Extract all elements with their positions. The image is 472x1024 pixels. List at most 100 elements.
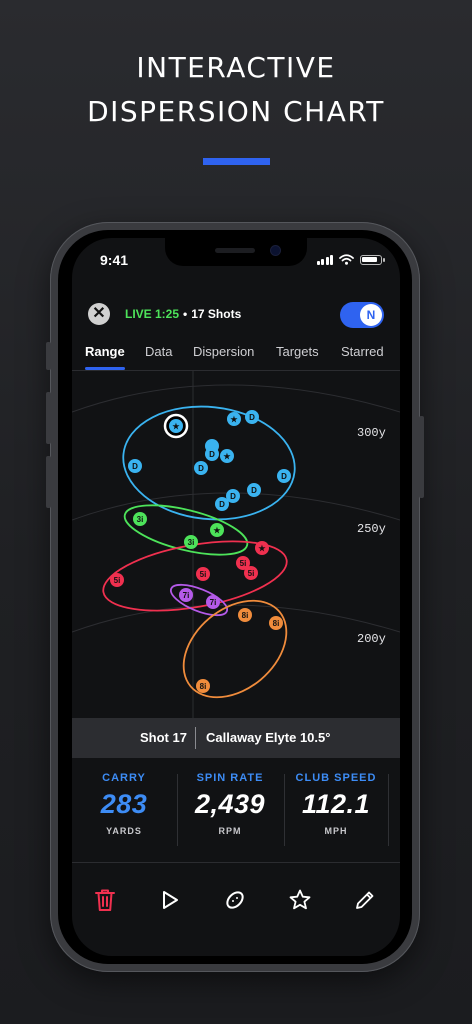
tab-dispersion[interactable]: Dispersion [193, 344, 254, 359]
phone-screen: 9:41 ✕ LIVE 1:25 • 17 Shots N Range Data D… [72, 238, 400, 956]
stat-spin-unit: RPM [218, 826, 242, 836]
shot-info-bar: Shot 17 Callaway Elyte 10.5° [72, 718, 400, 758]
shot-marker-label: 8i [200, 682, 207, 691]
phone-volume-up [46, 392, 51, 444]
shot-stats: CARRY 283 YARDS SPIN RATE 2,439 RPM CLUB… [72, 766, 400, 854]
shot-marker-label: ★ [213, 526, 221, 535]
pencil-icon [356, 891, 374, 909]
shot-marker-label: 5i [248, 569, 255, 578]
shot-marker[interactable]: ★ [210, 523, 224, 537]
headline: INTERACTIVE DISPERSION CHART [0, 46, 472, 134]
stat-speed-unit: MPH [324, 826, 348, 836]
shot-marker[interactable]: 5i [196, 567, 210, 581]
tab-range[interactable]: Range [85, 344, 125, 359]
shot-marker[interactable]: ★ [220, 449, 234, 463]
distance-arc-300 [72, 384, 400, 413]
shot-marker[interactable]: D [194, 461, 208, 475]
phone-mute-switch [46, 342, 51, 370]
shot-marker-label: D [249, 413, 255, 422]
dispersion-ellipse-driver [122, 405, 296, 521]
play-button[interactable] [156, 886, 184, 914]
tab-data[interactable]: Data [145, 344, 172, 359]
yardage-label-200: 200y [357, 632, 386, 646]
session-bar: ✕ LIVE 1:25 • 17 Shots N [88, 302, 384, 328]
shot-marker[interactable]: 7i [179, 588, 193, 602]
shot-marker-label: D [209, 450, 215, 459]
toggle-knob: N [360, 304, 382, 326]
shot-marker[interactable]: ★ [255, 541, 269, 555]
shot-marker-label: 5i [114, 576, 121, 585]
stat-spin-value: 2,439 [194, 789, 266, 819]
edit-button[interactable] [351, 886, 379, 914]
tab-starred[interactable]: Starred [341, 344, 384, 359]
shot-marker-label: 5i [240, 559, 247, 568]
shot-marker[interactable]: 8i [238, 608, 252, 622]
delete-button[interactable] [91, 886, 119, 914]
notch [165, 238, 307, 266]
stat-carry-unit: YARDS [106, 826, 142, 836]
wifi-icon [339, 254, 354, 265]
shot-marker[interactable]: D [247, 483, 261, 497]
shot-marker[interactable]: 8i [269, 616, 283, 630]
shot-info-divider [195, 727, 196, 749]
shot-marker[interactable]: 7i [206, 595, 220, 609]
shot-markers: ★★ DD ★DDDDDD3i★3i★5i5i5i5i7i7i8i8i8i [110, 410, 291, 693]
stat-speed-label: CLUB SPEED [295, 772, 377, 784]
shot-marker-label: 3i [188, 538, 195, 547]
tab-bar: Range Data Dispersion Targets Starred [72, 342, 400, 371]
stat-speed-value: 112.1 [301, 789, 371, 819]
shot-marker[interactable]: 5i [244, 566, 258, 580]
yardage-label-250: 250y [357, 522, 386, 536]
shot-marker[interactable]: 3i [184, 535, 198, 549]
shot-marker[interactable]: D [245, 410, 259, 424]
dispersion-chart[interactable]: 300y 250y 200y ★ ★ D D ★ D D D D D D 3i ★ 3i ★ 5i 5i 5i 5i… [72, 370, 400, 718]
shot-marker-label: D [219, 500, 225, 509]
stat-carry-value: 283 [100, 789, 148, 819]
shot-marker[interactable]: 3i [133, 512, 147, 526]
shot-marker[interactable]: D [205, 447, 219, 461]
stat-carry-label: CARRY [102, 772, 146, 784]
north-toggle[interactable]: N [340, 302, 384, 328]
shot-marker[interactable]: D [215, 497, 229, 511]
status-time: 9:41 [100, 252, 129, 268]
yardage-label-300: 300y [357, 426, 386, 440]
shot-marker[interactable]: 5i [110, 573, 124, 587]
shot-number: Shot 17 [140, 730, 187, 745]
headline-line-1: INTERACTIVE [136, 51, 336, 84]
shot-marker[interactable]: D [277, 469, 291, 483]
shot-marker-label: 3i [137, 515, 144, 524]
ball-button[interactable] [221, 886, 249, 914]
star-icon [289, 889, 311, 910]
camera [271, 246, 280, 255]
shot-marker-label: 7i [183, 591, 190, 600]
separator: • [183, 307, 188, 321]
shot-marker-label: D [198, 464, 204, 473]
session-status: LIVE 1:25 • 17 Shots [125, 307, 241, 321]
shot-marker[interactable]: D [128, 459, 142, 473]
shot-marker-label: D [230, 492, 236, 501]
stat-club-speed: CLUB SPEED 112.1 MPH [284, 766, 388, 836]
shot-marker-label: ★ [172, 422, 180, 431]
shot-marker-label: ★ [258, 544, 266, 553]
shot-marker-label: ★ [230, 415, 238, 424]
dispersion-chart-svg: 300y 250y 200y ★★ DD ★DDDDDD3i★3i★5i5i5i5i… [72, 370, 400, 718]
shot-marker[interactable]: 8i [196, 679, 210, 693]
star-button[interactable] [286, 886, 314, 914]
shot-marker[interactable]: ★ [227, 412, 241, 426]
close-button[interactable]: ✕ [88, 303, 110, 325]
speaker [215, 248, 255, 253]
battery-icon [360, 254, 385, 265]
shot-marker-label: 8i [242, 611, 249, 620]
shot-marker-label: D [132, 462, 138, 471]
shot-marker-label: ★ [223, 452, 231, 461]
trash-icon [95, 889, 115, 911]
action-toolbar [72, 886, 400, 914]
shot-marker[interactable]: ★ [163, 413, 189, 439]
live-timer: LIVE 1:25 [125, 307, 180, 321]
toolbar-divider [72, 862, 400, 863]
shot-marker-label: 5i [200, 570, 207, 579]
headline-accent-bar [203, 158, 270, 165]
dispersion-ellipse-3i [123, 504, 249, 556]
status-icons [316, 254, 385, 265]
tab-targets[interactable]: Targets [276, 344, 319, 359]
